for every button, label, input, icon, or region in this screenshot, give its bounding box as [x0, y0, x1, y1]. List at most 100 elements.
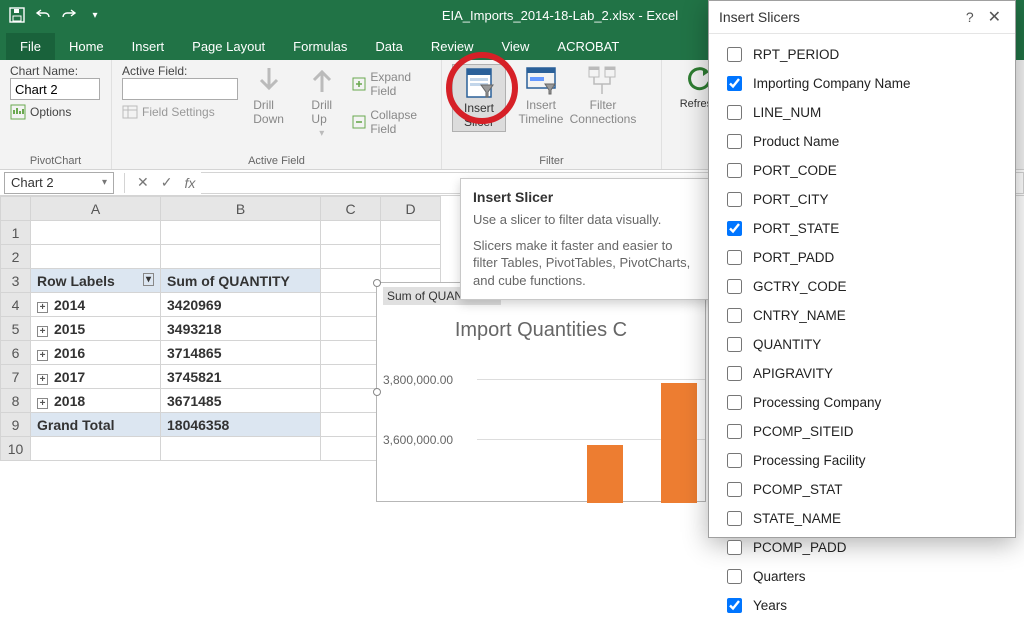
- checkbox[interactable]: [727, 569, 742, 584]
- checkbox[interactable]: [727, 424, 742, 439]
- pivot-value[interactable]: 3493218: [161, 317, 321, 341]
- undo-icon[interactable]: [34, 6, 52, 24]
- cancel-formula-icon[interactable]: ✕: [131, 174, 155, 191]
- tab-page-layout[interactable]: Page Layout: [178, 33, 279, 60]
- pivot-value[interactable]: 3420969: [161, 293, 321, 317]
- redo-icon[interactable]: [60, 6, 78, 24]
- pivot-values-header[interactable]: Sum of QUANTITY: [161, 269, 321, 293]
- save-icon[interactable]: [8, 6, 26, 24]
- qat-dropdown-icon[interactable]: ▾: [86, 6, 104, 24]
- slicer-field-gctry_code[interactable]: GCTRY_CODE: [721, 272, 1003, 301]
- checkbox[interactable]: [727, 221, 742, 236]
- slicer-field-pcomp_padd[interactable]: PCOMP_PADD: [721, 533, 1003, 562]
- checkbox[interactable]: [727, 366, 742, 381]
- slicer-field-rpt_period[interactable]: RPT_PERIOD: [721, 40, 1003, 69]
- slicer-field-quantity[interactable]: QUANTITY: [721, 330, 1003, 359]
- checkbox[interactable]: [727, 453, 742, 468]
- fx-icon[interactable]: fx: [178, 175, 201, 191]
- slicer-field-processing-company[interactable]: Processing Company: [721, 388, 1003, 417]
- slicer-field-cntry_name[interactable]: CNTRY_NAME: [721, 301, 1003, 330]
- insert-timeline-button[interactable]: Insert Timeline: [514, 64, 568, 126]
- pivot-chart[interactable]: Sum of QUANTITY ▾ Import Quantities C 3,…: [376, 282, 706, 502]
- pivot-row[interactable]: +2017: [31, 365, 161, 389]
- checkbox[interactable]: [727, 540, 742, 555]
- row-header[interactable]: 8: [1, 389, 31, 413]
- row-header[interactable]: 9: [1, 413, 31, 437]
- slicer-field-pcomp_siteid[interactable]: PCOMP_SITEID: [721, 417, 1003, 446]
- chart-title[interactable]: Import Quantities C: [377, 319, 705, 342]
- checkbox[interactable]: [727, 105, 742, 120]
- tab-data[interactable]: Data: [361, 33, 416, 60]
- checkbox[interactable]: [727, 192, 742, 207]
- drill-down-button[interactable]: Drill Down: [246, 64, 291, 126]
- checkbox[interactable]: [727, 511, 742, 526]
- close-icon[interactable]: ✕: [984, 9, 1005, 26]
- checkbox[interactable]: [727, 163, 742, 178]
- grand-total-label[interactable]: Grand Total: [31, 413, 161, 437]
- row-header[interactable]: 2: [1, 245, 31, 269]
- slicer-field-port_padd[interactable]: PORT_PADD: [721, 243, 1003, 272]
- slicer-field-port_state[interactable]: PORT_STATE: [721, 214, 1003, 243]
- pivot-row[interactable]: +2015: [31, 317, 161, 341]
- slicer-field-importing-company-name[interactable]: Importing Company Name: [721, 69, 1003, 98]
- slicer-field-port_code[interactable]: PORT_CODE: [721, 156, 1003, 185]
- worksheet-grid[interactable]: A B C D 1 2 3 Row Labels ▾ Sum of QUANTI…: [0, 196, 441, 461]
- checkbox[interactable]: [727, 482, 742, 497]
- active-field-input[interactable]: [122, 78, 238, 100]
- row-header[interactable]: 5: [1, 317, 31, 341]
- col-header-d[interactable]: D: [381, 197, 441, 221]
- col-header-b[interactable]: B: [161, 197, 321, 221]
- filter-connections-button[interactable]: Filter Connections: [576, 64, 630, 126]
- slicer-field-processing-facility[interactable]: Processing Facility: [721, 446, 1003, 475]
- row-header[interactable]: 4: [1, 293, 31, 317]
- pivot-value[interactable]: 3671485: [161, 389, 321, 413]
- tab-acrobat[interactable]: ACROBAT: [543, 33, 633, 60]
- chart-name-input[interactable]: [10, 78, 100, 100]
- options-button[interactable]: Options: [10, 104, 101, 120]
- slicer-field-line_num[interactable]: LINE_NUM: [721, 98, 1003, 127]
- name-box[interactable]: Chart 2 ▾: [4, 172, 114, 194]
- tab-file[interactable]: File: [6, 33, 55, 60]
- expand-toggle-icon[interactable]: +: [37, 302, 48, 313]
- slicer-field-port_city[interactable]: PORT_CITY: [721, 185, 1003, 214]
- row-header[interactable]: 7: [1, 365, 31, 389]
- checkbox[interactable]: [727, 395, 742, 410]
- help-icon[interactable]: ?: [960, 9, 980, 25]
- slicer-field-years[interactable]: Years: [721, 591, 1003, 620]
- checkbox[interactable]: [727, 134, 742, 149]
- expand-toggle-icon[interactable]: +: [37, 374, 48, 385]
- tab-insert[interactable]: Insert: [118, 33, 179, 60]
- checkbox[interactable]: [727, 308, 742, 323]
- field-settings-button[interactable]: Field Settings: [122, 104, 238, 120]
- pivot-value[interactable]: 3745821: [161, 365, 321, 389]
- checkbox[interactable]: [727, 279, 742, 294]
- col-header-c[interactable]: C: [321, 197, 381, 221]
- col-header-a[interactable]: A: [31, 197, 161, 221]
- tab-formulas[interactable]: Formulas: [279, 33, 361, 60]
- select-all-cell[interactable]: [1, 197, 31, 221]
- row-header[interactable]: 6: [1, 341, 31, 365]
- pivot-row[interactable]: +2016: [31, 341, 161, 365]
- tab-review[interactable]: Review: [417, 33, 488, 60]
- pivot-row-labels-header[interactable]: Row Labels ▾: [31, 269, 161, 293]
- checkbox[interactable]: [727, 250, 742, 265]
- tab-home[interactable]: Home: [55, 33, 118, 60]
- expand-toggle-icon[interactable]: +: [37, 350, 48, 361]
- row-header[interactable]: 3: [1, 269, 31, 293]
- slicer-field-product-name[interactable]: Product Name: [721, 127, 1003, 156]
- row-header[interactable]: 10: [1, 437, 31, 461]
- pivot-row[interactable]: +2014: [31, 293, 161, 317]
- slicer-field-apigravity[interactable]: APIGRAVITY: [721, 359, 1003, 388]
- drill-up-button[interactable]: Drill Up ▾: [299, 64, 344, 139]
- checkbox[interactable]: [727, 47, 742, 62]
- checkbox[interactable]: [727, 76, 742, 91]
- grand-total-value[interactable]: 18046358: [161, 413, 321, 437]
- tab-view[interactable]: View: [487, 33, 543, 60]
- slicer-field-state_name[interactable]: STATE_NAME: [721, 504, 1003, 533]
- checkbox[interactable]: [727, 337, 742, 352]
- insert-slicers-dialog[interactable]: Insert Slicers ? ✕ RPT_PERIODImporting C…: [708, 0, 1016, 538]
- row-header[interactable]: 1: [1, 221, 31, 245]
- pivot-value[interactable]: 3714865: [161, 341, 321, 365]
- expand-toggle-icon[interactable]: +: [37, 326, 48, 337]
- slicer-field-pcomp_stat[interactable]: PCOMP_STAT: [721, 475, 1003, 504]
